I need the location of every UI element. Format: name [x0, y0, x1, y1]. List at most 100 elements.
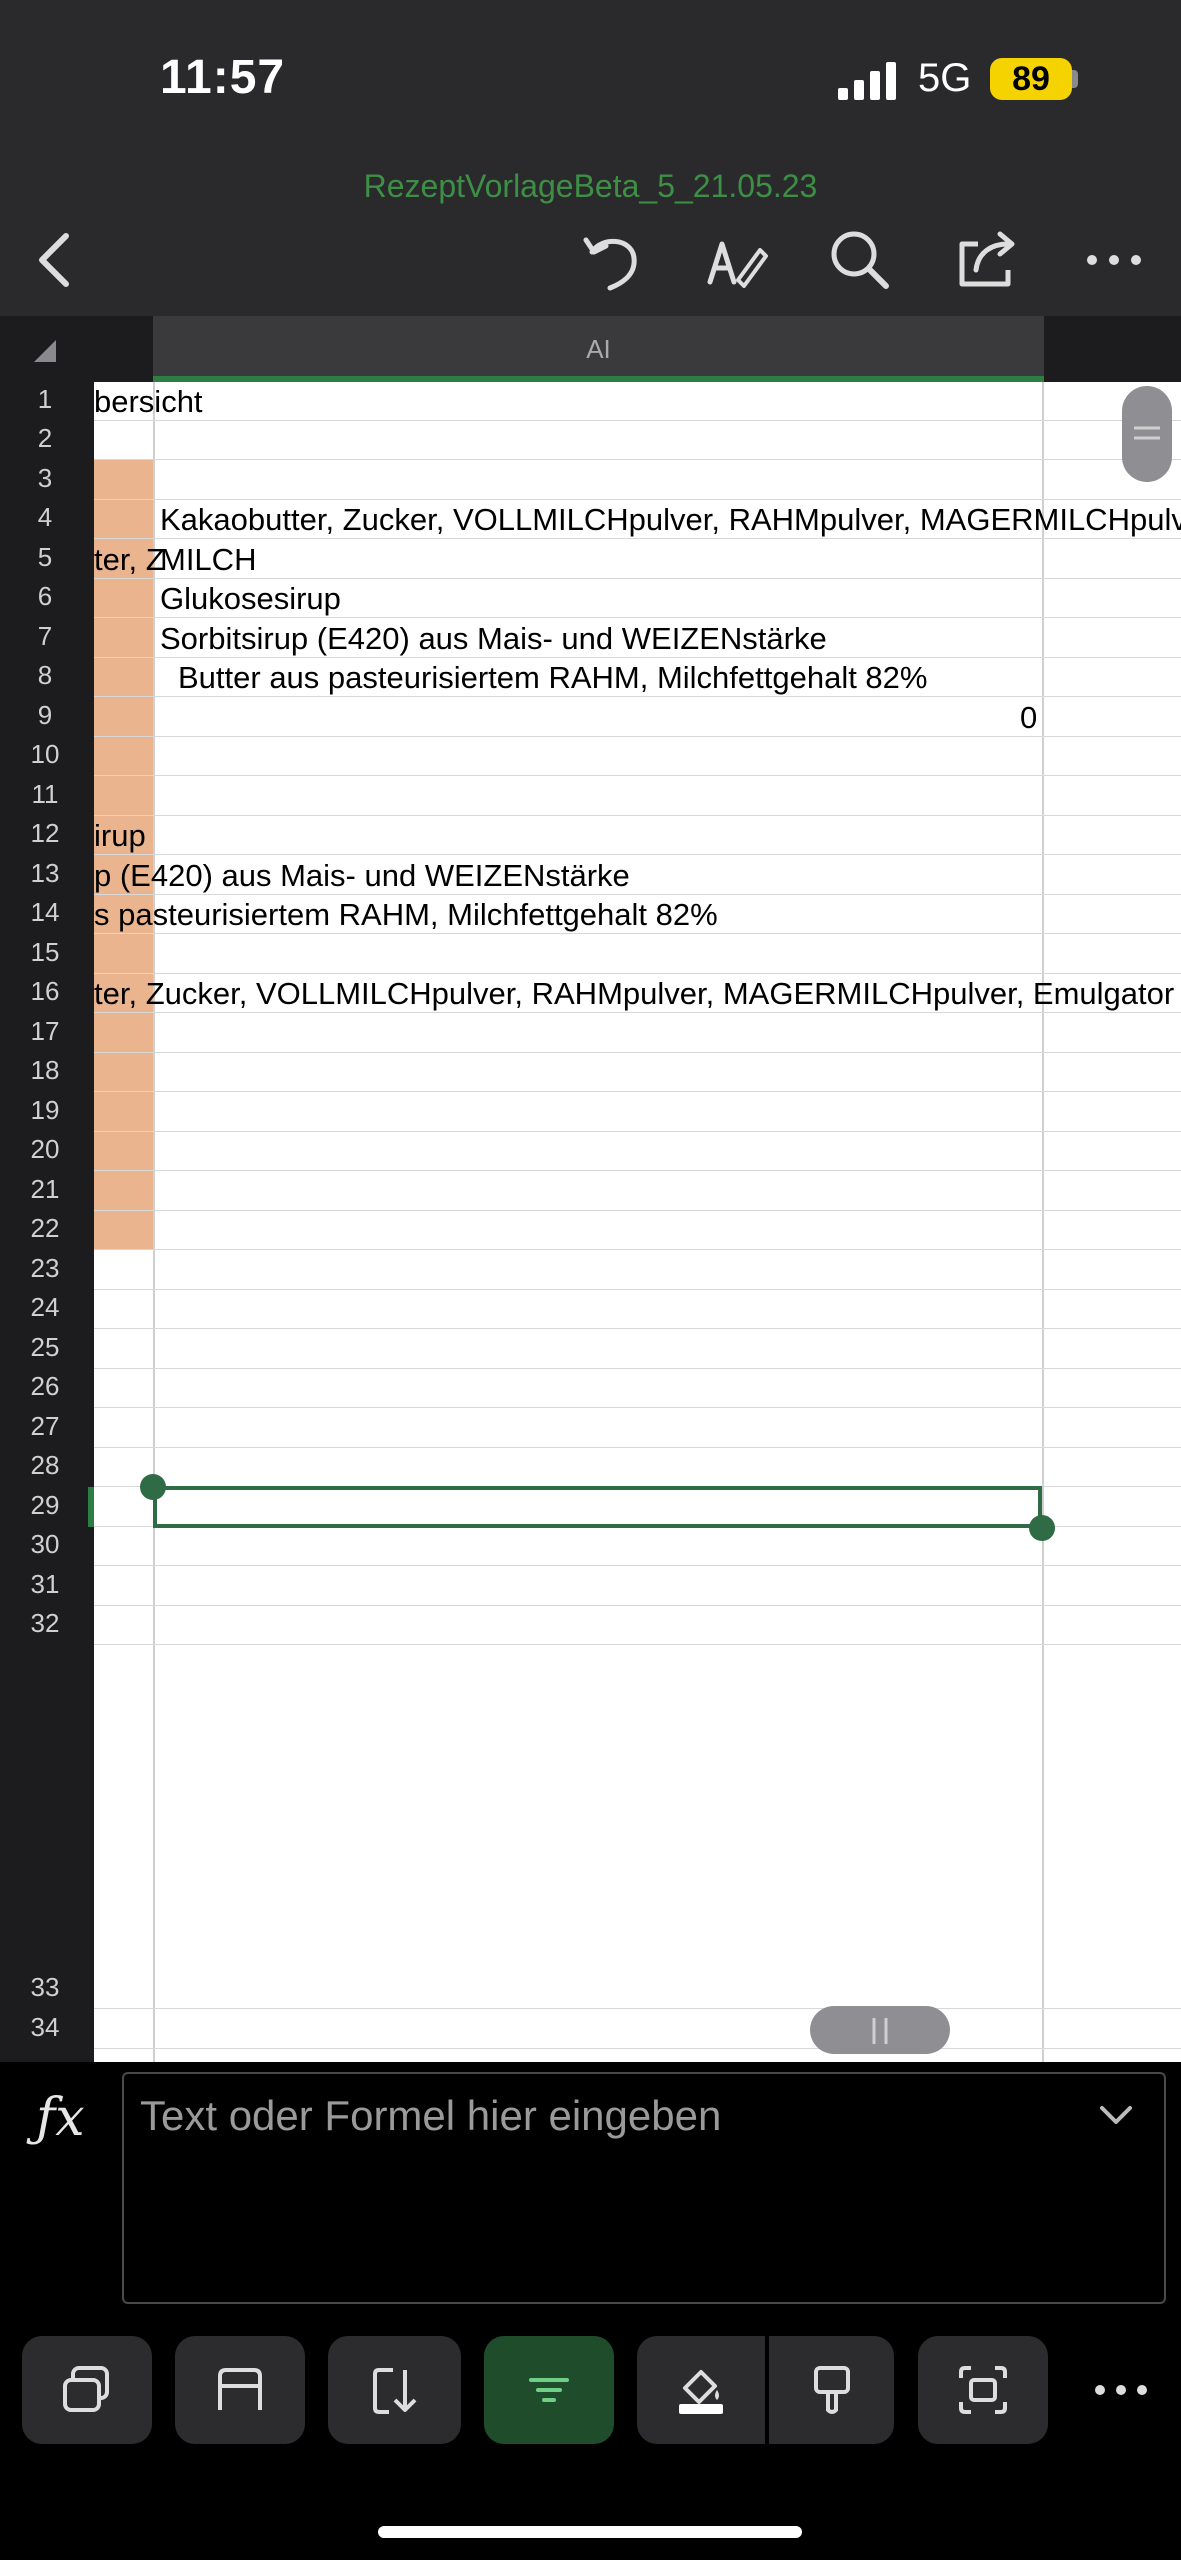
- row-header[interactable]: 28: [0, 1450, 90, 1481]
- row-header[interactable]: 7: [0, 621, 90, 652]
- row-header[interactable]: 23: [0, 1253, 90, 1284]
- sort-button[interactable]: [328, 2336, 461, 2444]
- filter-icon: [529, 2378, 569, 2402]
- table-row: [94, 540, 1181, 579]
- row-header[interactable]: 18: [0, 1055, 90, 1086]
- format-brush-icon: [813, 2366, 850, 2414]
- table-row: [94, 1132, 1181, 1171]
- select-range-button[interactable]: [918, 2336, 1048, 2444]
- row-header[interactable]: 31: [0, 1569, 90, 1600]
- row-header[interactable]: 32: [0, 1608, 90, 1639]
- row-header[interactable]: 20: [0, 1134, 90, 1165]
- cell-text[interactable]: ter, Zucker, VOLLMILCHpulver, RAHMpulver…: [94, 976, 1174, 1012]
- row-header[interactable]: 11: [0, 779, 90, 810]
- row-header[interactable]: 2: [0, 423, 90, 454]
- table-row: [94, 1290, 1181, 1329]
- battery-icon: [1072, 70, 1078, 88]
- copy-sheets-icon: [63, 2366, 109, 2412]
- cell-text[interactable]: Butter aus pasteurisiertem RAHM, Milchfe…: [178, 660, 927, 696]
- row-header[interactable]: 27: [0, 1411, 90, 1442]
- cell-text[interactable]: Glukosesirup: [160, 581, 341, 617]
- row-header[interactable]: 21: [0, 1174, 90, 1205]
- row-header[interactable]: 22: [0, 1213, 90, 1244]
- cell-text[interactable]: p (E420) aus Mais- und WEIZENstärke: [94, 858, 630, 894]
- undo-icon[interactable]: [572, 222, 648, 298]
- row-headers: 1 2 3 4 5 6 7 8 9 10 11 12 13 14 15 16 1…: [0, 382, 94, 2062]
- row-header[interactable]: 15: [0, 937, 90, 968]
- cell-text[interactable]: MILCH: [160, 542, 256, 578]
- table-row: [94, 461, 1181, 500]
- table-row: [94, 1093, 1181, 1132]
- table-row: [94, 935, 1181, 974]
- chevron-down-icon[interactable]: [1094, 2096, 1138, 2136]
- select-all-corner[interactable]: [0, 316, 94, 382]
- freeze-panes-button[interactable]: [175, 2336, 305, 2444]
- table-row: [94, 1172, 1181, 1211]
- table-row: [94, 816, 1181, 855]
- row-header[interactable]: 5: [0, 542, 90, 573]
- row-header[interactable]: 30: [0, 1529, 90, 1560]
- spreadsheet-grid[interactable]: bersicht Kakaobutter, Zucker, VOLLMILCHp…: [94, 382, 1181, 2062]
- cell-text[interactable]: ter, Z: [94, 542, 165, 578]
- table-row: [94, 1970, 1181, 2009]
- draw-pen-icon[interactable]: [698, 222, 774, 298]
- row-header-selected[interactable]: 29: [0, 1490, 90, 1521]
- row-header[interactable]: 14: [0, 897, 90, 928]
- sheets-button[interactable]: [22, 2336, 152, 2444]
- filter-button[interactable]: [484, 2336, 614, 2444]
- cell-text[interactable]: Sorbitsirup (E420) aus Mais- und WEIZENs…: [160, 621, 827, 657]
- row-header[interactable]: 13: [0, 858, 90, 889]
- row-header[interactable]: 34: [0, 2012, 90, 2043]
- row-header[interactable]: 24: [0, 1292, 90, 1323]
- cell-value[interactable]: 0: [1020, 700, 1037, 736]
- cell-text[interactable]: Kakaobutter, Zucker, VOLLMILCHpulver, RA…: [160, 502, 1181, 538]
- function-fx-icon[interactable]: ƒx: [36, 2088, 85, 2148]
- row-header[interactable]: 8: [0, 660, 90, 691]
- row-header[interactable]: 25: [0, 1332, 90, 1363]
- selection-handle-bottom-right[interactable]: [1029, 1515, 1055, 1541]
- selection-handle-top-left[interactable]: [140, 1474, 166, 1500]
- more-horizontal-icon: [1095, 2385, 1147, 2395]
- row-header[interactable]: 33: [0, 1972, 90, 2003]
- sort-icon: [372, 2368, 416, 2414]
- table-row: [94, 2010, 1181, 2049]
- table-row: [94, 1369, 1181, 1408]
- status-time: 11:57: [160, 51, 286, 104]
- row-header[interactable]: 4: [0, 502, 90, 533]
- table-row: [94, 777, 1181, 816]
- row-header[interactable]: 3: [0, 463, 90, 494]
- row-header[interactable]: 12: [0, 818, 90, 849]
- row-header[interactable]: 9: [0, 700, 90, 731]
- row-header[interactable]: 6: [0, 581, 90, 612]
- row-header[interactable]: 10: [0, 739, 90, 770]
- column-header-ai[interactable]: AI: [153, 316, 1044, 382]
- row-header[interactable]: 1: [0, 384, 90, 415]
- formula-placeholder: Text oder Formel hier eingeben: [140, 2092, 722, 2139]
- share-icon[interactable]: [948, 222, 1024, 298]
- search-icon[interactable]: [822, 222, 898, 298]
- cell-text[interactable]: irup: [94, 818, 146, 854]
- table-row: [94, 1448, 1181, 1487]
- table-row: [94, 1014, 1181, 1053]
- back-chevron-icon[interactable]: [18, 222, 94, 298]
- cell-text[interactable]: bersicht: [94, 384, 203, 420]
- more-tools-button[interactable]: [1090, 2370, 1152, 2410]
- table-row: [94, 1330, 1181, 1369]
- more-options-icon[interactable]: [1076, 222, 1152, 298]
- battery-level: 89: [990, 58, 1072, 100]
- selection-box[interactable]: [153, 1486, 1042, 1528]
- vertical-scroll-handle[interactable]: [1122, 386, 1172, 482]
- signal-icon: [838, 62, 896, 100]
- horizontal-scroll-handle[interactable]: [810, 2006, 950, 2054]
- row-header[interactable]: 17: [0, 1016, 90, 1047]
- row-header[interactable]: 19: [0, 1095, 90, 1126]
- drag-bars-icon: [872, 2018, 888, 2044]
- fill-color-button[interactable]: [637, 2336, 765, 2444]
- format-painter-button[interactable]: [769, 2336, 894, 2444]
- home-indicator[interactable]: [378, 2526, 802, 2538]
- row-header[interactable]: 26: [0, 1371, 90, 1402]
- table-row: [94, 1409, 1181, 1448]
- row-header[interactable]: 16: [0, 976, 90, 1007]
- cell-text[interactable]: s pasteurisiertem RAHM, Milchfettgehalt …: [94, 897, 718, 933]
- document-title[interactable]: RezeptVorlageBeta_5_21.05.23: [0, 168, 1181, 205]
